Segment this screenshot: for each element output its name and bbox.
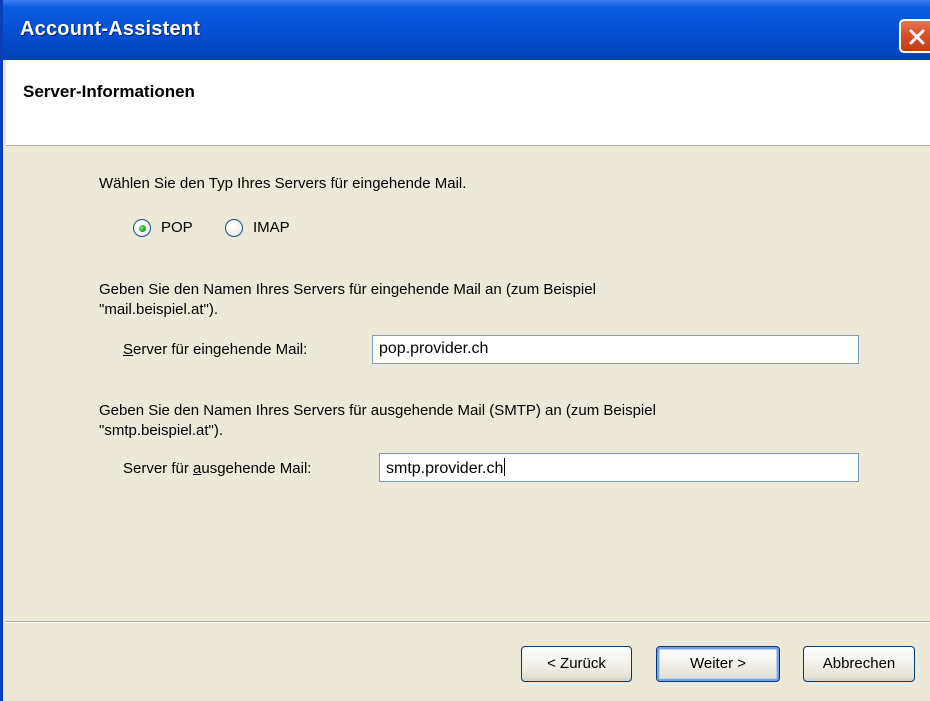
radio-imap[interactable] bbox=[225, 219, 243, 237]
close-icon bbox=[909, 29, 925, 45]
incoming-server-input[interactable]: pop.provider.ch bbox=[372, 335, 859, 364]
title-bar[interactable]: Account-Assistent bbox=[3, 0, 930, 60]
window-title: Account-Assistent bbox=[20, 18, 201, 40]
close-button[interactable] bbox=[899, 19, 930, 53]
outgoing-description-line1: Geben Sie den Namen Ihres Servers für au… bbox=[99, 402, 656, 419]
outgoing-description-line2: "smtp.beispiel.at"). bbox=[99, 422, 224, 439]
incoming-label-rest: erver für eingehende Mail: bbox=[133, 341, 308, 358]
radio-pop[interactable] bbox=[133, 219, 151, 237]
outgoing-server-input[interactable]: smtp.provider.ch bbox=[379, 453, 859, 482]
back-button[interactable]: < Zurück bbox=[521, 646, 632, 682]
outgoing-label-pre: Server für bbox=[123, 460, 194, 477]
page-title: Server-Informationen bbox=[23, 82, 195, 101]
incoming-server-label: Server für eingehende Mail: bbox=[123, 340, 307, 360]
incoming-label-accelerator: S bbox=[123, 341, 134, 358]
server-type-prompt: Wählen Sie den Typ Ihres Servers für ein… bbox=[99, 175, 467, 192]
radio-selected-dot bbox=[139, 225, 146, 232]
account-assistant-window: Account-Assistent Server-Informationen W… bbox=[0, 0, 930, 701]
text-caret bbox=[504, 458, 506, 476]
incoming-description-line1: Geben Sie den Namen Ihres Servers für ei… bbox=[99, 281, 596, 298]
footer-divider bbox=[6, 621, 930, 623]
next-button[interactable]: Weiter > bbox=[656, 646, 780, 682]
outgoing-label-rest: usgehende Mail: bbox=[201, 460, 312, 477]
wizard-header: Server-Informationen bbox=[6, 60, 930, 146]
outgoing-server-label: Server für ausgehende Mail: bbox=[123, 459, 311, 479]
outgoing-server-value: smtp.provider.ch bbox=[386, 460, 504, 477]
radio-pop-label[interactable]: POP bbox=[161, 218, 193, 238]
cancel-button[interactable]: Abbrechen bbox=[803, 646, 915, 682]
incoming-description-line2: "mail.beispiel.at"). bbox=[99, 301, 219, 318]
incoming-server-value: pop.provider.ch bbox=[379, 340, 489, 357]
radio-imap-label[interactable]: IMAP bbox=[253, 218, 290, 238]
